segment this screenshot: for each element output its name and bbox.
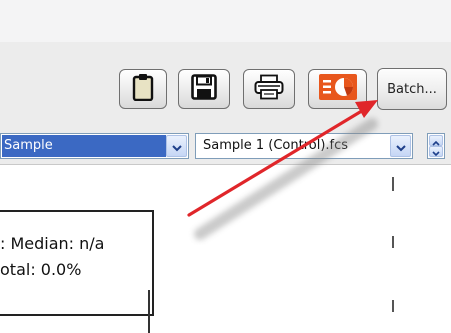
sample-file-dropdown[interactable]: Sample 1 (Control).fcs xyxy=(195,133,413,159)
median-stat: : Median: n/a xyxy=(0,234,105,253)
clipboard-button[interactable] xyxy=(119,69,167,109)
chevron-down-icon xyxy=(432,142,440,161)
printer-icon xyxy=(254,74,284,104)
print-button[interactable] xyxy=(243,69,295,109)
tick-mark xyxy=(392,300,394,312)
batch-button-label: Batch... xyxy=(387,81,437,97)
floppy-disk-icon xyxy=(191,74,217,104)
total-stat: otal: 0.0% xyxy=(0,260,82,279)
save-button[interactable] xyxy=(178,69,230,109)
powerpoint-icon xyxy=(318,73,358,105)
panel-edge xyxy=(148,290,150,333)
sample-type-dropdown-button[interactable] xyxy=(166,135,187,157)
tick-mark xyxy=(392,236,394,248)
tick-mark xyxy=(392,177,394,191)
title-area xyxy=(0,0,451,42)
sample-file-value: Sample 1 (Control).fcs xyxy=(203,138,349,153)
clipboard-icon xyxy=(132,73,154,105)
sample-stepper[interactable] xyxy=(427,133,445,159)
sample-type-value: Sample xyxy=(2,135,166,157)
batch-button[interactable]: Batch... xyxy=(377,68,447,110)
toolbar-divider xyxy=(0,164,451,165)
sample-type-dropdown[interactable]: Sample xyxy=(0,133,189,159)
chevron-down-icon xyxy=(395,137,406,156)
export-powerpoint-button[interactable] xyxy=(308,69,367,109)
sample-file-dropdown-button[interactable] xyxy=(390,135,411,157)
stepper-down-button[interactable] xyxy=(429,146,443,157)
chevron-down-icon xyxy=(171,137,182,156)
